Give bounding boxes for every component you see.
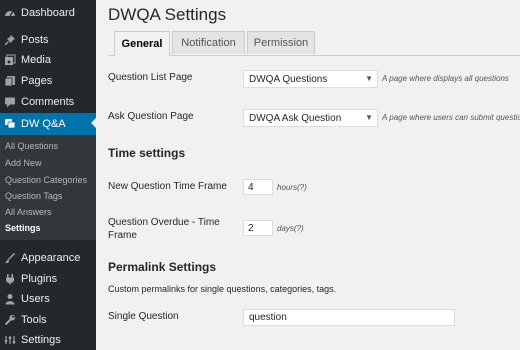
menu-pages[interactable]: Pages [0,71,96,91]
question-list-page-label: Question List Page [108,72,193,83]
ask-question-page-desc: A page where users can submit question [382,113,520,122]
question-overdue-label: Question Overdue - Time Frame [108,217,220,241]
menu-media[interactable]: Media [0,50,96,70]
submenu-all-answers[interactable]: All Answers [5,207,52,217]
menu-settings[interactable]: Settings [0,330,96,350]
menu-label: Dashboard [21,7,75,19]
menu-comments[interactable]: Comments [0,92,96,112]
page-title: DWQA Settings [108,5,227,24]
hours-unit: hours(?) [277,183,307,192]
single-question-label: Single Question [108,311,179,322]
days-unit: days(?) [277,224,304,233]
media-icon [4,54,16,66]
tab-permission[interactable]: Permission [247,31,315,54]
new-question-time-frame-label: New Question Time Frame [108,181,227,192]
comments-icon [4,96,16,108]
new-question-time-frame-input[interactable]: 4 [243,179,273,195]
dwqa-icon [4,118,16,130]
single-question-input[interactable]: question [243,309,455,326]
menu-label: Appearance [21,252,81,264]
menu-dwqa[interactable]: DW Q&A [0,113,96,135]
submenu-all-questions[interactable]: All Questions [5,141,58,151]
caret-down-icon: ▼ [365,74,373,83]
menu-plugins[interactable]: Plugins [0,269,96,289]
permalink-settings-heading: Permalink Settings [108,260,217,274]
admin-sidebar: Dashboard Posts Media Pages Comments DW … [0,0,96,350]
time-settings-heading: Time settings [108,146,186,160]
question-list-page-desc: A page where displays all questions [382,74,509,83]
menu-label: Users [21,293,50,305]
tools-icon [4,314,16,326]
plugins-icon [4,273,16,285]
menu-dashboard[interactable]: Dashboard [0,3,96,23]
dwqa-submenu: All Questions Add New Question Categorie… [0,135,96,240]
select-value: DWQA Ask Question [249,112,342,124]
caret-down-icon: ▼ [365,113,373,122]
menu-label: Tools [21,314,47,326]
submenu-settings[interactable]: Settings [5,223,41,233]
settings-tabs: General Notification Permission [108,31,520,56]
menu-label: Pages [21,75,53,87]
menu-label: DW Q&A [21,118,66,130]
ask-question-page-select[interactable]: DWQA Ask Question ▼ [243,109,378,127]
menu-label: Posts [21,34,49,46]
menu-label: Plugins [21,273,58,285]
tab-notification[interactable]: Notification [172,31,245,54]
permalink-help-text: Custom permalinks for single questions, … [108,284,337,294]
question-list-page-select[interactable]: DWQA Questions ▼ [243,70,378,88]
menu-tools[interactable]: Tools [0,310,96,330]
menu-posts[interactable]: Posts [0,30,96,50]
menu-label: Media [21,54,51,66]
menu-users[interactable]: Users [0,289,96,309]
tab-general[interactable]: General [114,31,170,56]
ask-question-page-label: Ask Question Page [108,111,194,122]
appearance-icon [4,252,16,264]
settings-icon [4,334,16,346]
pages-icon [4,75,16,87]
submenu-question-tags[interactable]: Question Tags [5,191,62,201]
menu-appearance[interactable]: Appearance [0,248,96,268]
dashboard-icon [4,7,16,19]
question-overdue-input[interactable]: 2 [243,220,273,236]
users-icon [4,293,16,305]
pushpin-icon [4,34,16,46]
menu-label: Comments [21,96,75,108]
menu-label: Settings [21,334,61,346]
select-value: DWQA Questions [249,73,328,85]
submenu-add-new[interactable]: Add New [5,158,42,168]
submenu-question-categories[interactable]: Question Categories [5,175,87,185]
main-content: DWQA Settings General Notification Permi… [96,0,520,350]
